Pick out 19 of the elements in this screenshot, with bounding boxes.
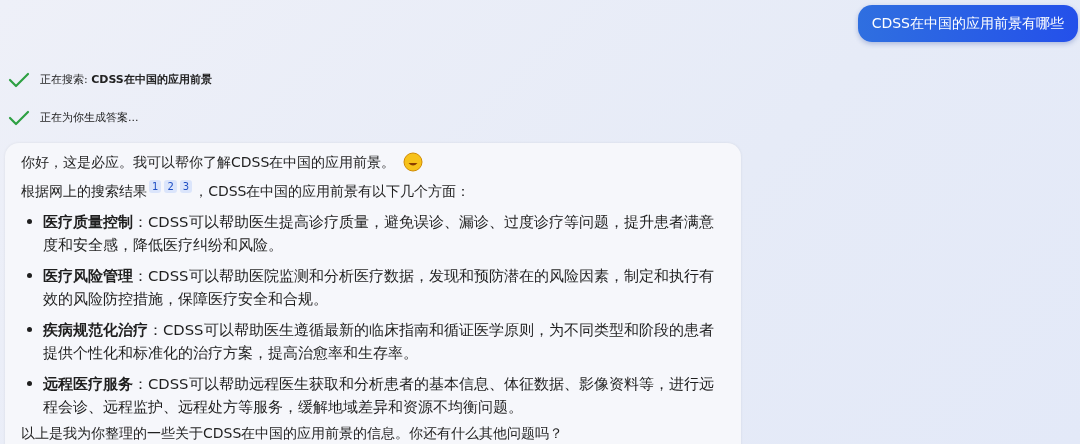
answer-text: ，CDSS在中国的应用前景有以下几个方面：: [194, 183, 471, 199]
user-message: CDSS在中国的应用前景有哪些: [857, 5, 1078, 42]
list-item-text: 医疗风险管理：CDSS可以帮助医院监测和分析医疗数据，发现和预防潜在的风险因素，制定和执行有效的风险防控措施，保障医疗安全和合规。: [43, 266, 715, 309]
status-text: 正在为你生成答案...: [40, 111, 139, 125]
bullet-icon: [27, 381, 32, 386]
citation-link[interactable]: 3: [179, 180, 193, 193]
answer-text: 你好，这是必应。我可以帮你了解CDSS在中国的应用前景。: [21, 153, 396, 172]
status-text: 正在搜索: CDSS在中国的应用前景: [40, 73, 212, 87]
answer-text: 根据网上的搜索结果: [21, 183, 147, 199]
list-item-text: 远程医疗服务：CDSS可以帮助远程医生获取和分析患者的基本信息、体征数据、影像资料等，进行远程会诊、远程监护、远程处方等服务，缓解地域差异和资源不均衡问题。: [43, 374, 715, 417]
citation-link[interactable]: 2: [164, 180, 177, 193]
list-item-text: 医疗质量控制：CDSS可以帮助医生提高诊疗质量，避免误诊、漏诊、过度诊疗等问题，提升患者满意度和安全感，降低医疗纠纷和风险。: [43, 212, 715, 255]
answer-text: 以上是我为你整理的一些关于CDSS在中国的应用前景的信息。你还有什么其他问题吗？: [21, 424, 565, 443]
bullet-icon: [27, 273, 32, 278]
bullet-icon: [27, 219, 32, 224]
smiley-icon: [403, 152, 424, 172]
bullet-icon: [27, 327, 32, 332]
list-item-text: 疾病规范化治疗：CDSS可以帮助医生遵循最新的临床指南和循证医学原则，为不同类型和阶段的患者提供个性化和标准化的治疗方案，提高治愈率和生存率。: [43, 320, 715, 363]
citation-link[interactable]: 1: [149, 180, 162, 193]
